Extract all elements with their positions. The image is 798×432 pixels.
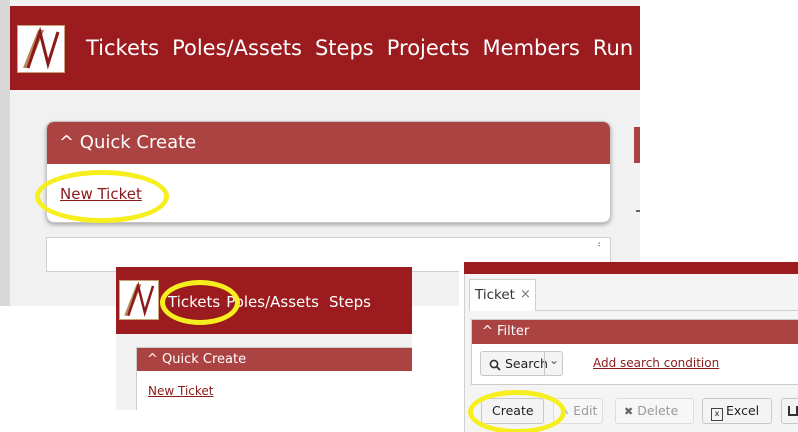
screenshot-main-app: Tickets Poles/Assets Steps Projects Members R… bbox=[0, 0, 640, 306]
tab-underline bbox=[536, 310, 798, 311]
scroll-handle-icon[interactable]: ⠆ bbox=[597, 240, 604, 250]
filter-title: ^ Filter bbox=[482, 324, 530, 339]
side-panel-tick bbox=[636, 210, 640, 212]
add-search-condition-link[interactable]: Add search condition bbox=[593, 356, 719, 371]
search-icon bbox=[489, 356, 501, 375]
export-icon bbox=[788, 406, 798, 416]
edit-button-label: Edit bbox=[573, 403, 598, 418]
nav-tickets[interactable]: Tickets bbox=[86, 33, 159, 63]
nav-projects[interactable]: Projects bbox=[387, 33, 470, 63]
ticket-toolbar: Create ✎ Edit ✖ Delete x Excel bbox=[471, 398, 798, 424]
chevron-down-icon[interactable]: ⌄ bbox=[549, 353, 559, 367]
nav-run[interactable]: Run bbox=[593, 33, 633, 63]
search-divider bbox=[544, 352, 545, 375]
nav-detail-menu: Tickets Poles/Assets Steps bbox=[168, 292, 371, 312]
ticket-list-header-strip bbox=[464, 262, 798, 274]
export-button[interactable] bbox=[781, 398, 798, 424]
app-logo-icon-small[interactable] bbox=[119, 280, 159, 320]
nav-detail-steps[interactable]: Steps bbox=[329, 292, 371, 312]
main-nav: Tickets Poles/Assets Steps Projects Members R… bbox=[86, 33, 633, 63]
app-header: Tickets Poles/Assets Steps Projects Members R… bbox=[10, 6, 640, 90]
app-logo-icon[interactable] bbox=[17, 25, 65, 73]
screenshot-nav-detail: Tickets Poles/Assets Steps ^ Quick Create … bbox=[116, 267, 412, 410]
nav-detail-panel-title: ^ Quick Create bbox=[147, 352, 247, 367]
quick-create-title: ^ Quick Create bbox=[59, 132, 197, 153]
nav-poles-assets[interactable]: Poles/Assets bbox=[172, 33, 302, 63]
new-ticket-link[interactable]: New Ticket bbox=[60, 184, 142, 204]
close-icon[interactable]: × bbox=[520, 287, 531, 302]
create-button[interactable]: Create bbox=[481, 398, 544, 424]
quick-create-header[interactable]: ^ Quick Create bbox=[47, 122, 610, 164]
delete-button-label: Delete bbox=[637, 403, 679, 418]
filter-panel: ^ Filter Search ⌄ Add search condition bbox=[471, 319, 798, 385]
search-button[interactable]: Search ⌄ bbox=[480, 351, 563, 376]
create-button-label: Create bbox=[492, 403, 534, 418]
nav-detail-panel: ^ Quick Create New Ticket bbox=[136, 347, 412, 410]
nav-members[interactable]: Members bbox=[483, 33, 580, 63]
side-panel-stub bbox=[634, 127, 640, 163]
nav-detail-panel-header[interactable]: ^ Quick Create bbox=[137, 348, 412, 371]
nav-detail-new-ticket-link[interactable]: New Ticket bbox=[148, 383, 214, 399]
nav-detail-poles-assets[interactable]: Poles/Assets bbox=[226, 292, 319, 312]
tab-ticket-label: Ticket bbox=[475, 287, 515, 303]
edit-icon: ✎ bbox=[560, 405, 570, 418]
delete-icon: ✖ bbox=[624, 405, 634, 418]
edit-button[interactable]: ✎ Edit bbox=[553, 398, 603, 424]
nav-steps[interactable]: Steps bbox=[315, 33, 374, 63]
excel-button[interactable]: x Excel bbox=[702, 398, 772, 424]
filter-header[interactable]: ^ Filter bbox=[472, 320, 798, 344]
excel-icon: x bbox=[711, 408, 723, 421]
tab-ticket[interactable]: Ticket × bbox=[469, 279, 536, 311]
search-button-label: Search bbox=[505, 356, 548, 371]
nav-detail-header: Tickets Poles/Assets Steps bbox=[116, 267, 412, 334]
delete-button[interactable]: ✖ Delete bbox=[615, 398, 694, 424]
screenshot-ticket-list: Ticket × ^ Filter Search ⌄ Add search co… bbox=[459, 262, 798, 432]
excel-button-label: Excel bbox=[726, 403, 760, 418]
nav-detail-tickets[interactable]: Tickets bbox=[168, 292, 220, 312]
quick-create-panel: ^ Quick Create New Ticket bbox=[46, 121, 611, 223]
